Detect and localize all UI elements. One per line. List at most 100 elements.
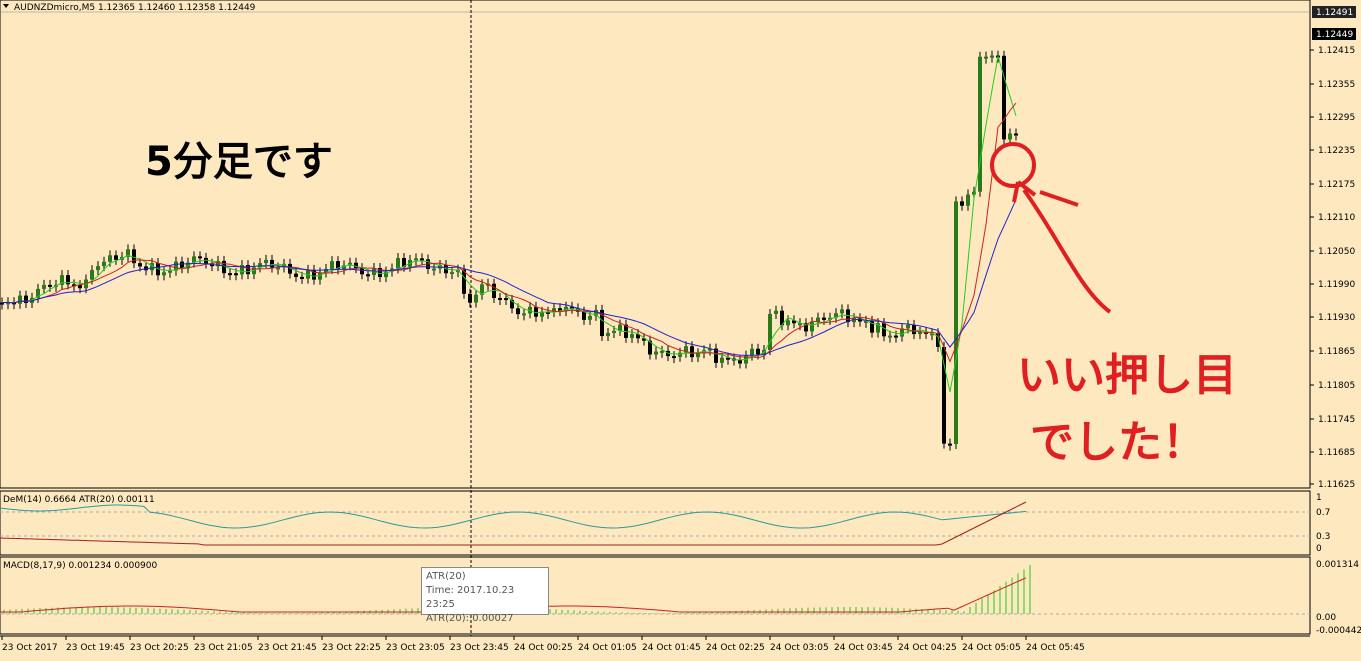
candle-body (396, 257, 400, 269)
candle-body (366, 274, 370, 277)
time-label: 23 Oct 19:45 (66, 643, 125, 653)
main-header: AUDNZDmicro,M5 1.12365 1.12460 1.12358 1… (3, 3, 256, 13)
note-good-pullback: いい押し目 (1017, 350, 1237, 401)
time-label: 23 Oct 21:05 (194, 643, 253, 653)
candle-body (420, 258, 424, 261)
candle-body (516, 308, 520, 315)
candle-body (1014, 133, 1018, 136)
time-label: 23 Oct 22:25 (322, 643, 381, 653)
candle-body (606, 332, 610, 337)
candle-body (984, 56, 988, 59)
candle-body (102, 261, 106, 267)
candle-body (198, 256, 202, 259)
candle-body (630, 334, 634, 338)
candle-body (786, 320, 790, 326)
candle-body (966, 194, 970, 206)
time-label: 24 Oct 05:45 (1026, 643, 1085, 653)
collapse-arrow-icon[interactable] (3, 4, 9, 8)
candle-body (354, 262, 358, 269)
price-label: 1.11625 (1318, 480, 1355, 490)
candle-body (588, 315, 592, 320)
time-label: 23 Oct 2017 (2, 643, 58, 653)
price-label: 1.11865 (1318, 347, 1355, 357)
price-label: 1.12235 (1318, 146, 1355, 156)
candle-body (990, 55, 994, 58)
candle-body (78, 285, 82, 289)
candle-body (270, 259, 274, 268)
current-price-tag-text: 1.12449 (1316, 30, 1353, 40)
candle-body (264, 259, 268, 264)
moving-averages (1, 56, 1017, 393)
candle-body (414, 258, 418, 261)
price-label: 1.11685 (1318, 448, 1355, 458)
candle-body (114, 255, 118, 260)
candle-body (228, 273, 232, 276)
time-label: 24 Oct 01:45 (642, 643, 701, 653)
main-header-text: AUDNZDmicro,M5 1.12365 1.12460 1.12358 1… (14, 3, 256, 13)
candle-body (582, 311, 586, 320)
tooltip-value: ATR(20): 0.00027 (426, 613, 514, 624)
candle-body (810, 322, 814, 332)
price-label: 1.11805 (1318, 381, 1355, 391)
time-label: 24 Oct 03:45 (834, 643, 893, 653)
time-label: 23 Oct 21:45 (258, 643, 317, 653)
dem-header-text: DeM(14) 0.6664 ATR(20) 0.00111 (3, 495, 155, 505)
candle-body (750, 348, 754, 356)
candle-body (504, 298, 508, 301)
macd-scale-label: 0.001314 (1316, 560, 1359, 570)
candle-body (882, 323, 886, 337)
macd-panel-frame (0, 556, 1311, 635)
dem-scale-label: 1 (1316, 493, 1322, 503)
time-label: 24 Oct 03:05 (770, 643, 829, 653)
candle-body (894, 335, 898, 338)
main-panel-frame (0, 0, 1311, 489)
candle-body (42, 284, 46, 289)
candle-body (672, 356, 676, 359)
time-label: 24 Oct 01:05 (578, 643, 637, 653)
macd-axis: 0.001314 0.00 -0.000442 (1316, 560, 1361, 636)
candle-body (690, 346, 694, 358)
annotation-arrow-shaft (1022, 188, 1112, 314)
candle-body (468, 293, 472, 303)
atr-line (0, 501, 1027, 546)
candle-body (300, 276, 304, 279)
price-axis: 1.12415 1.12355 1.12295 1.12235 1.12175 1.121… (1310, 46, 1355, 490)
ma-slow-line (1, 199, 1017, 356)
candle-body (330, 261, 334, 269)
candle-body (720, 357, 724, 363)
candle-body (474, 294, 478, 303)
time-label: 24 Oct 02:25 (706, 643, 765, 653)
candle-body (108, 255, 112, 262)
candle-body (90, 270, 94, 280)
candle-body (774, 310, 778, 314)
candle-body (654, 351, 658, 355)
price-label: 1.11990 (1318, 280, 1355, 290)
candle-body (960, 201, 964, 206)
candle-body (534, 306, 538, 317)
time-label: 23 Oct 20:25 (130, 643, 189, 653)
price-label: 1.12295 (1318, 113, 1355, 123)
macd-scale-label: 0.00 (1316, 613, 1336, 623)
price-label: 1.12110 (1318, 213, 1355, 223)
trading-chart[interactable]: AUDNZDmicro,M5 1.12365 1.12460 1.12358 1… (0, 0, 1361, 661)
annotation-arrow-tail (1039, 190, 1079, 207)
candle-body (234, 273, 238, 276)
indicator-tooltip: ATR(20) Time: 2017.10.23 23:25 ATR(20): … (421, 567, 549, 624)
candle-body (660, 350, 664, 353)
tooltip-title: ATR(20) (426, 571, 466, 582)
macd-scale-label: -0.000442 (1316, 626, 1361, 636)
time-label: 23 Oct 23:05 (386, 643, 445, 653)
candle-body (138, 263, 142, 267)
candles (0, 50, 1018, 451)
dem-scale-label: 0.3 (1316, 532, 1330, 542)
candle-body (942, 346, 946, 444)
candle-body (888, 335, 892, 338)
candle-body (318, 272, 322, 280)
candle-body (696, 353, 700, 358)
dem-scale-label: 0 (1316, 544, 1322, 554)
price-label: 1.11745 (1318, 415, 1355, 425)
price-label: 1.11930 (1318, 313, 1355, 323)
candle-body (48, 284, 52, 287)
time-label: 24 Oct 05:05 (962, 643, 1021, 653)
note-it-was: でした！ (1030, 417, 1206, 468)
